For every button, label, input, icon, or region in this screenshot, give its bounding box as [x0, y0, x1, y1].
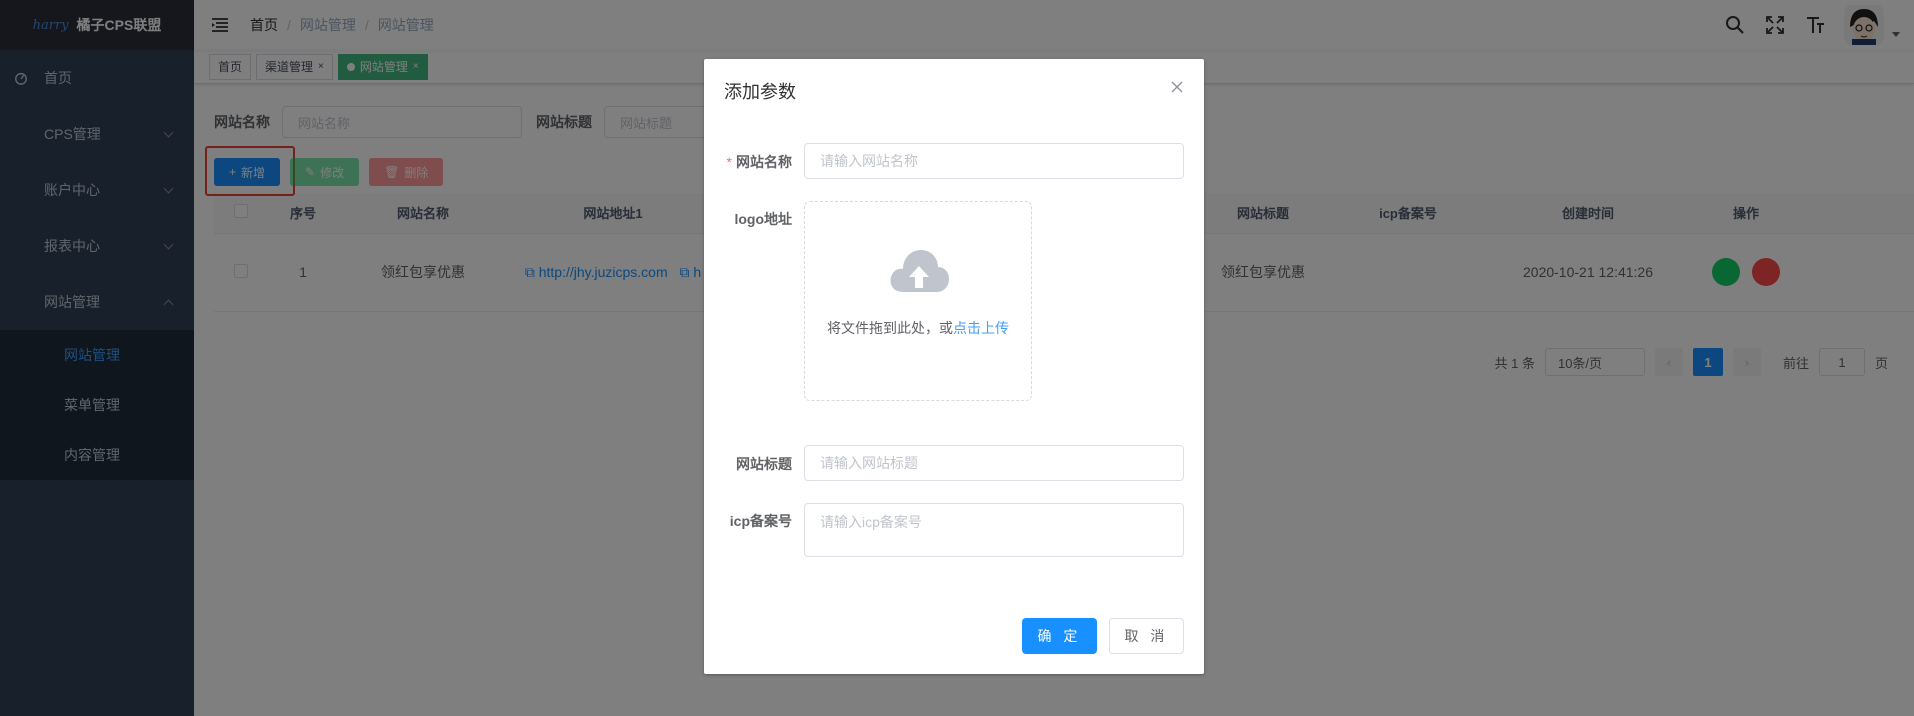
upload-link[interactable]: 点击上传: [953, 320, 1009, 336]
upload-hint-text: 将文件拖到此处，或: [827, 320, 953, 336]
add-site-dialog: 添加参数 * 网站名称 请输入网站名称 logo地址 将文件拖到此处，或点击上传 …: [704, 59, 1204, 674]
logo-upload-dropzone[interactable]: 将文件拖到此处，或点击上传: [804, 201, 1032, 401]
logo-label: logo地址: [734, 211, 792, 227]
site-name-label-text: 网站名称: [736, 154, 792, 170]
required-mark: *: [726, 154, 732, 170]
site-title-input[interactable]: 请输入网站标题: [804, 445, 1184, 481]
cancel-button[interactable]: 取 消: [1109, 618, 1184, 654]
site-title-label: 网站标题: [736, 456, 792, 472]
dialog-title: 添加参数: [724, 82, 796, 102]
site-name-input[interactable]: 请输入网站名称: [804, 143, 1184, 179]
icp-textarea[interactable]: 请输入icp备案号: [804, 503, 1184, 557]
close-icon[interactable]: [1170, 80, 1184, 94]
upload-hint: 将文件拖到此处，或点击上传: [805, 318, 1031, 338]
confirm-button[interactable]: 确 定: [1022, 618, 1097, 654]
upload-cloud-icon: [890, 250, 949, 292]
icp-label: icp备案号: [729, 513, 792, 529]
site-name-label: * 网站名称: [727, 152, 792, 172]
dialog-footer: 确 定 取 消: [1022, 618, 1184, 654]
